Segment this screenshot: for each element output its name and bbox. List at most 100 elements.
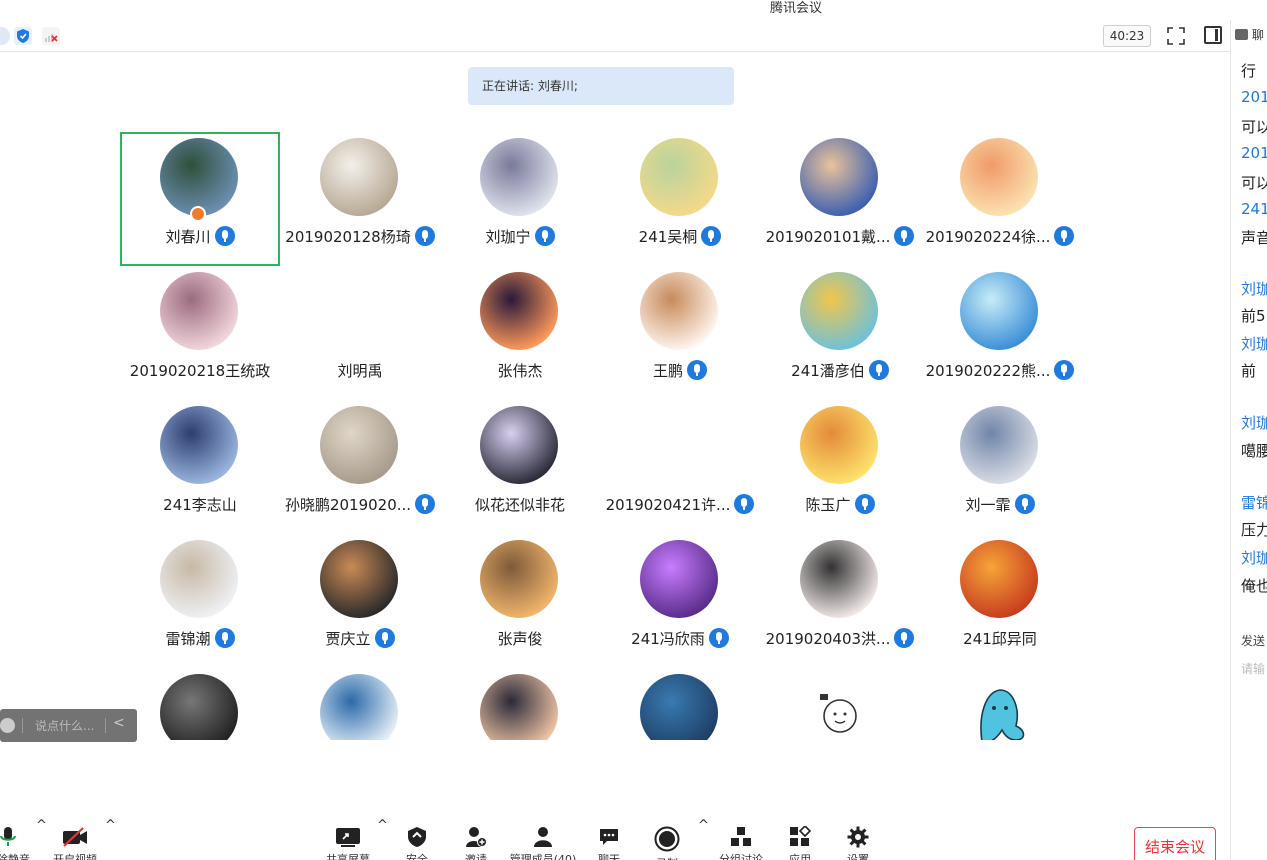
participant-tile[interactable]: 似花还似非花 bbox=[440, 400, 600, 534]
participant-tile[interactable]: 241冯欣雨 bbox=[600, 534, 760, 668]
video-options-caret[interactable]: ^ bbox=[105, 818, 116, 833]
chat-message: 声音 bbox=[1241, 229, 1267, 247]
participant-name: 241邱异同 bbox=[900, 628, 1080, 649]
manage-members-button[interactable]: 管理成员(40) bbox=[503, 826, 583, 860]
participant-tile[interactable]: 2019020222熊... bbox=[920, 266, 1080, 400]
participant-name: 2019020224徐... bbox=[900, 226, 1080, 247]
security-label: 安全 bbox=[406, 853, 428, 860]
emoji-icon[interactable] bbox=[0, 718, 15, 733]
settings-button[interactable]: 设置 bbox=[828, 826, 888, 860]
start-video-button[interactable]: 开启视频 bbox=[45, 826, 105, 860]
invite-button[interactable]: 邀请 bbox=[446, 826, 506, 860]
avatar bbox=[640, 674, 718, 740]
participant-grid: 刘春川 2019020128杨琦 刘珈宁 241吴桐 2019020101戴... 201… bbox=[120, 132, 1080, 740]
layout-toggle-icon[interactable] bbox=[1204, 26, 1222, 44]
video-off-icon bbox=[63, 827, 87, 847]
security-button[interactable]: 安全 bbox=[387, 826, 447, 860]
mic-speaking-icon bbox=[214, 628, 235, 648]
participant-tile[interactable]: 张伟杰 bbox=[440, 266, 600, 400]
participant-name-text: 2019020128杨琦 bbox=[285, 228, 411, 246]
chat-sender: 刘珈 bbox=[1241, 280, 1267, 298]
fullscreen-icon[interactable] bbox=[1166, 26, 1186, 46]
share-screen-button[interactable]: 共享屏幕 bbox=[318, 826, 378, 860]
speaking-banner: 正在讲话: 刘春川; bbox=[468, 67, 734, 105]
avatar bbox=[160, 272, 238, 350]
mic-speaking-icon bbox=[868, 360, 889, 380]
avatar bbox=[960, 272, 1038, 350]
record-button[interactable]: 录制 bbox=[637, 826, 697, 860]
participant-tile[interactable]: 2019020101戴... bbox=[760, 132, 920, 266]
shield-icon[interactable] bbox=[14, 27, 32, 45]
avatar bbox=[160, 674, 238, 740]
record-options-caret[interactable]: ^ bbox=[698, 818, 709, 833]
avatar bbox=[480, 272, 558, 350]
apps-button[interactable]: 应用 bbox=[770, 826, 830, 860]
participant-name-text: 似花还似非花 bbox=[474, 496, 565, 514]
participant-name-text: 雷锦潮 bbox=[165, 630, 211, 648]
avatar bbox=[320, 138, 398, 216]
participant-tile[interactable]: 2019020403洪... bbox=[760, 534, 920, 668]
avatar bbox=[160, 406, 238, 484]
chat-input[interactable]: 请输 bbox=[1241, 660, 1265, 677]
meeting-timer: 40:23 bbox=[1103, 25, 1151, 47]
mic-speaking-icon bbox=[534, 226, 555, 246]
participant-tile[interactable]: 刘一霏 bbox=[920, 400, 1080, 534]
participant-tile[interactable]: 贾庆立 bbox=[280, 534, 440, 668]
participant-tile[interactable]: 241吴桐 bbox=[600, 132, 760, 266]
avatar bbox=[960, 138, 1038, 216]
participant-tile[interactable] bbox=[760, 668, 920, 740]
participant-tile[interactable] bbox=[120, 668, 280, 740]
participant-tile[interactable] bbox=[280, 668, 440, 740]
participant-tile[interactable]: 刘明禹 bbox=[280, 266, 440, 400]
avatar bbox=[320, 674, 398, 740]
participant-name-text: 王鹏 bbox=[652, 362, 683, 380]
chat-message: 噶腰 bbox=[1241, 442, 1267, 460]
participant-tile[interactable]: 2019020224徐... bbox=[920, 132, 1080, 266]
end-meeting-button[interactable]: 结束会议 bbox=[1134, 827, 1216, 860]
participant-tile[interactable]: 王鹏 bbox=[600, 266, 760, 400]
collapse-chevron-icon[interactable]: < bbox=[113, 715, 125, 731]
participant-tile[interactable] bbox=[440, 668, 600, 740]
chat-button[interactable]: 聊天 bbox=[579, 826, 639, 860]
avatar bbox=[960, 540, 1038, 618]
participant-tile[interactable]: 241邱异同 bbox=[920, 534, 1080, 668]
chat-icon bbox=[600, 829, 618, 845]
share-options-caret[interactable]: ^ bbox=[377, 818, 388, 833]
participant-tile[interactable]: 刘珈宁 bbox=[440, 132, 600, 266]
chat-message: 可以 bbox=[1241, 118, 1267, 136]
chat-header: 聊 bbox=[1235, 26, 1264, 43]
security-shield-icon bbox=[408, 827, 426, 847]
participant-name-text: 张伟杰 bbox=[497, 362, 543, 380]
mic-speaking-icon bbox=[1014, 494, 1035, 514]
participant-tile[interactable]: 2019020421许... bbox=[600, 400, 760, 534]
participant-tile[interactable]: 陈玉广 bbox=[760, 400, 920, 534]
participant-tile[interactable]: 张声俊 bbox=[440, 534, 600, 668]
participant-tile[interactable] bbox=[920, 668, 1080, 740]
participant-name: 2019020222熊... bbox=[900, 360, 1080, 381]
bottom-toolbar: 解除静音 开启视频 共享屏幕 安全 邀请 bbox=[0, 820, 1230, 860]
participant-tile[interactable]: 2019020128杨琦 bbox=[280, 132, 440, 266]
participant-tile[interactable]: 241潘彦伯 bbox=[760, 266, 920, 400]
participant-tile[interactable]: 241李志山 bbox=[120, 400, 280, 534]
chat-send-label[interactable]: 发送 bbox=[1241, 632, 1265, 649]
breakout-rooms-button[interactable]: 分组讨论 bbox=[711, 826, 771, 860]
participant-tile[interactable]: 雷锦潮 bbox=[120, 534, 280, 668]
participant-name-text: 刘明禹 bbox=[337, 362, 383, 380]
participant-tile[interactable]: 刘春川 bbox=[120, 132, 280, 266]
network-signal-icon[interactable] bbox=[42, 27, 60, 45]
microphone-icon bbox=[0, 827, 16, 846]
mic-speaking-icon bbox=[214, 226, 235, 246]
info-icon[interactable] bbox=[0, 27, 10, 45]
mic-speaking-icon bbox=[1054, 226, 1075, 246]
participant-tile[interactable]: 孙晓鹏2019020... bbox=[280, 400, 440, 534]
participant-tile[interactable] bbox=[600, 668, 760, 740]
floating-chat-input[interactable]: 说点什么... < bbox=[0, 709, 137, 742]
unmute-button[interactable]: 解除静音 bbox=[0, 826, 38, 860]
participant-name-text: 2019020101戴... bbox=[765, 228, 891, 246]
manage-members-label: 管理成员(40) bbox=[509, 853, 577, 860]
avatar bbox=[800, 674, 878, 740]
participant-tile[interactable]: 2019020218王统政 bbox=[120, 266, 280, 400]
mic-speaking-icon bbox=[687, 360, 707, 380]
mic-options-caret[interactable]: ^ bbox=[36, 818, 47, 833]
chat-sender: 刘珈 bbox=[1241, 414, 1267, 432]
